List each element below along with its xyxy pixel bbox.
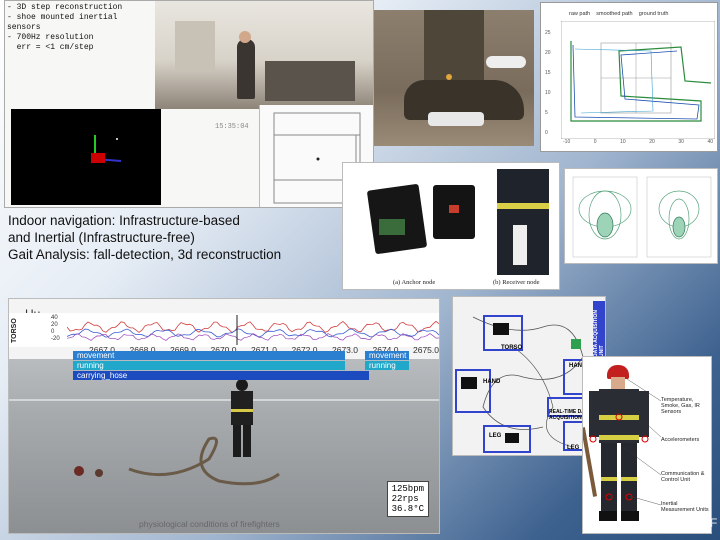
hose (74, 436, 280, 486)
video-timestamp: 15:35:04 (215, 123, 249, 131)
legend-item: smoothed path (596, 11, 633, 17)
notes-box: - 3D step reconstruction - shoe mounted … (7, 3, 155, 53)
ytick: 15 (545, 70, 551, 76)
signal-waveform (67, 315, 439, 345)
callout-label: Communication & Control Unit (661, 471, 705, 483)
xtick: 40 (707, 139, 713, 145)
callout-label: Temperature, Smoke, Gas, IR Sensors (661, 397, 700, 415)
trajectory-lines (561, 21, 715, 139)
firefighter-video-panel: Hu TORSO 40 20 0 -20 2667.0 2668.0 2669.… (8, 298, 440, 534)
note-line: - shoe mounted inertial sensors (7, 13, 118, 32)
slide-caption: Indoor navigation: Infrastructure-based … (8, 212, 348, 263)
shoe-sensor-photo (374, 10, 534, 146)
ytick: 25 (545, 30, 551, 36)
ytick: 20 (51, 322, 58, 328)
legend-item: ground truth (638, 11, 669, 17)
torso-axis-label: TORSO (11, 318, 18, 343)
callout-label: Accelerometers (661, 437, 700, 443)
signal-plot: TORSO 40 20 0 -20 (9, 313, 439, 347)
heart-rate: 125bpm (391, 484, 424, 494)
sensor-dot-icon (446, 74, 452, 80)
ytick: -20 (51, 336, 60, 342)
daq-vertical-label: DATA ACQUISITION UNIT (593, 301, 605, 357)
sensor-label: TORSO (501, 345, 523, 351)
callout-label: Inertial Measurement Units (661, 501, 709, 513)
trajectory-plot: raw path smoothed path ground truth 25 2… (540, 2, 718, 152)
xtick: -10 (563, 139, 571, 145)
ytick: 5 (545, 110, 548, 116)
reconstruction-video-panel: 15:35:04 - 3D step reconstruction - shoe… (4, 0, 374, 208)
respiration-rate: 22rps (391, 494, 419, 504)
body-temperature: 36.8°C (391, 504, 424, 514)
plot-legend: raw path smoothed path ground truth (569, 11, 668, 17)
activity-bar-carrying-hose: carrying_hose (73, 371, 369, 380)
hand-sensor-box (455, 369, 491, 413)
ytick: 40 (51, 315, 58, 321)
sensor-label: HAND (483, 379, 501, 385)
caption-line: Indoor navigation: Infrastructure-based (8, 213, 240, 228)
contour-plots (564, 168, 718, 264)
activity-bar-running: running (73, 361, 345, 370)
firefighter-sensor-figure: Temperature, Smoke, Gas, IR Sensors Acce… (582, 356, 712, 534)
ytick: 20 (545, 50, 551, 56)
3d-view (11, 109, 161, 205)
xtick: 0 (593, 139, 597, 145)
anchor-caption: (a) Anchor node (393, 279, 436, 286)
legend-item: raw path (569, 11, 591, 17)
caption-line: Gait Analysis: fall-detection, 3d recons… (8, 247, 282, 262)
ytick: 10 (545, 90, 551, 96)
video-subtitle: physiological conditions of firefighters (139, 519, 280, 529)
office-photo: 15:35:04 (155, 1, 373, 131)
corner-letter: F (710, 516, 718, 530)
note-line: err = <1 cm/step (7, 43, 94, 52)
xtick: 30 (678, 139, 684, 145)
receiver-caption: (b) Receiver node (493, 279, 540, 286)
axes-icon (91, 135, 122, 163)
activity-bar-movement: movement (73, 351, 345, 360)
training-scene (9, 359, 439, 533)
sensor-label: LEG (489, 433, 502, 439)
activity-bar-running-right: running (365, 361, 409, 370)
ytick: 0 (545, 130, 548, 136)
caption-line: and Inertial (Infrastructure-free) (8, 230, 195, 245)
note-line: - 3D step reconstruction (7, 3, 123, 12)
nodes-photo: (a) Anchor node (b) Receiver node (342, 162, 560, 290)
xtick: 20 (649, 139, 655, 145)
ytick: 0 (51, 329, 55, 335)
time-tick: 2675.0 (413, 345, 439, 355)
xtick: 10 (620, 139, 626, 145)
activity-bar-movement-right: movement (365, 351, 409, 360)
sensor-label: LEG (567, 445, 580, 451)
contour-lines (572, 176, 712, 258)
note-line: - 700Hz resolution (7, 33, 94, 42)
vitals-box: 125bpm 22rps 36.8°C (386, 481, 429, 517)
